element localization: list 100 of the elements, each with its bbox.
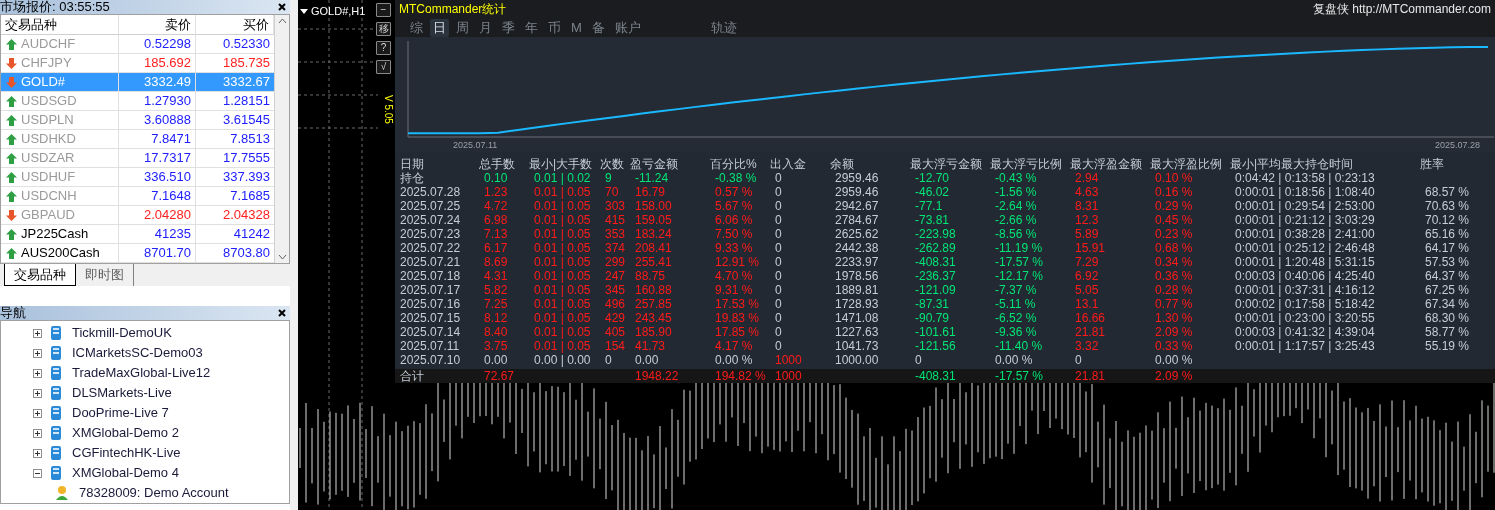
expand-icon[interactable] (33, 428, 42, 438)
chart-tool-button[interactable]: ? (376, 41, 391, 55)
navigator-item[interactable]: Tickmill-DemoUK (72, 323, 172, 343)
navigator-item[interactable]: XMGlobal-Demo 2 (72, 423, 179, 443)
navigator-item[interactable]: 78328009: Demo Account (79, 483, 229, 503)
expand-icon[interactable] (33, 408, 42, 418)
quote-row[interactable]: GBPAUD 2.04280 2.04328 (1, 206, 274, 225)
panel-tab[interactable]: 交易品种 (4, 264, 76, 286)
scrollbar[interactable] (274, 15, 289, 263)
chart-title: GOLD#,H1 (311, 4, 366, 19)
expand-icon[interactable] (33, 328, 42, 338)
stats-tab[interactable]: M (568, 18, 585, 37)
scroll-down-icon[interactable] (277, 254, 287, 260)
expand-icon[interactable] (33, 388, 42, 398)
navigator-item[interactable]: CGFintechHK-Live (72, 443, 181, 463)
table-cell-text: 2025.07.25 (400, 199, 462, 213)
collapse-icon[interactable] (33, 468, 42, 478)
table-cell-text: 0:00:03 | 0:41:32 | 4:39:04 (1235, 325, 1376, 339)
expand-icon[interactable] (33, 368, 42, 378)
table-cell-text: 0 (915, 353, 923, 367)
table-cell-text: 16.66 (1075, 311, 1107, 325)
symbol-name: AUS200Cash (21, 244, 100, 262)
table-cell-text: 0:00:01 | 1:20:48 | 5:31:15 (1235, 255, 1376, 269)
panel-tab[interactable]: 即时图 (76, 264, 134, 286)
table-cell-text: 4.17 % (715, 339, 754, 353)
quote-row[interactable]: CHFJPY 185.692 185.735 (1, 54, 274, 73)
table-cell-text: 0 (775, 339, 783, 353)
stats-tab[interactable]: 周 (453, 18, 472, 37)
quote-row[interactable]: JP225Cash 41235 41242 (1, 225, 274, 244)
table-cell-text: 345 (605, 283, 627, 297)
quote-row[interactable]: USDHKD 7.8471 7.8513 (1, 130, 274, 149)
navigator-item[interactable]: DLSMarkets-Live (72, 383, 172, 403)
stats-tab[interactable]: 综 (407, 18, 426, 37)
scroll-up-icon[interactable] (277, 18, 287, 24)
table-cell-text: 1000 (775, 353, 803, 367)
table-cell-text: 持仓 (400, 171, 425, 185)
close-icon[interactable] (278, 3, 286, 11)
stats-tab[interactable]: 轨迹 (707, 18, 740, 37)
table-cell-text: -17.57 % (995, 255, 1045, 269)
table-cell-text: -6.52 % (995, 311, 1038, 325)
table-cell-text: 154 (605, 339, 627, 353)
quote-row[interactable]: USDZAR 17.7317 17.7555 (1, 149, 274, 168)
table-cell-text: 0.00 (635, 353, 660, 367)
dropdown-caret-icon[interactable] (300, 8, 308, 14)
table-cell-text: 7.13 (484, 227, 509, 241)
quote-row[interactable]: USDSGD 1.27930 1.28151 (1, 92, 274, 111)
table-cell-text: 0.01 | 0.05 (534, 311, 592, 325)
ask-price: 8703.80 (222, 244, 271, 262)
table-cell-text: 5.89 (1075, 227, 1100, 241)
table-cell-text: 0 (775, 213, 783, 227)
navigator-item[interactable]: XMGlobal-Demo 4 (72, 463, 179, 483)
table-cell-text: 0.01 | 0.02 (534, 171, 592, 185)
bid-price: 185.692 (119, 54, 196, 72)
ask-price: 185.735 (222, 54, 271, 72)
server-icon (50, 345, 62, 361)
table-cell-text: 0.00 % (715, 353, 754, 367)
chart-tool-button[interactable]: √ (376, 60, 391, 74)
table-cell-text: 2025.07.16 (400, 297, 462, 311)
table-cell-text: 55.19 % (1425, 339, 1471, 353)
table-cell-text: -90.79 (915, 311, 951, 325)
stats-tab[interactable]: 币 (545, 18, 564, 37)
navigator-item[interactable]: DooPrime-Live 7 (72, 403, 169, 423)
quote-row[interactable]: AUDCHF 0.52298 0.52330 (1, 35, 274, 54)
table-cell-text: 2.94 (1075, 171, 1100, 185)
table-cell-text: 257.85 (635, 297, 673, 311)
user-icon (55, 485, 69, 501)
quote-row[interactable]: AUS200Cash 8701.70 8703.80 (1, 244, 274, 263)
table-cell-text: 8.69 (484, 255, 509, 269)
chart-tool-button[interactable]: 移 (376, 22, 391, 36)
table-cell-text: 0 (1075, 353, 1083, 367)
expand-icon[interactable] (33, 448, 42, 458)
stats-tab[interactable]: 季 (499, 18, 518, 37)
stats-tab[interactable]: 备 (588, 18, 608, 37)
stats-tab[interactable]: 账户 (611, 18, 644, 37)
table-cell-text: 6.98 (484, 213, 509, 227)
stats-tab[interactable]: 年 (522, 18, 541, 37)
navigator-item[interactable]: ICMarketsSC-Demo03 (72, 343, 203, 363)
quote-row[interactable]: USDPLN 3.60888 3.61545 (1, 111, 274, 130)
quote-row[interactable]: USDHUF 336.510 337.393 (1, 168, 274, 187)
chart-tool-button[interactable]: − (376, 3, 391, 17)
table-cell-text: 2625.62 (835, 227, 880, 241)
table-cell-text: 1978.56 (835, 269, 880, 283)
table-cell-text: 4.70 % (715, 269, 754, 283)
table-cell-text: 374 (605, 241, 627, 255)
quote-row[interactable]: USDCNH 7.1648 7.1685 (1, 187, 274, 206)
column-header: 胜率 (1420, 157, 1445, 171)
table-cell-text: 5.67 % (715, 199, 754, 213)
table-cell-text: -0.38 % (715, 171, 758, 185)
brand-link[interactable]: 复盘侠 http://MTCommander.com (1312, 0, 1491, 19)
navigator-item[interactable]: TradeMaxGlobal-Live12 (72, 363, 211, 383)
table-cell-text: 9.31 % (715, 283, 754, 297)
close-icon[interactable] (278, 309, 286, 317)
stats-tab[interactable]: 月 (476, 18, 495, 37)
expand-icon[interactable] (33, 348, 42, 358)
table-cell-text: -17.57 % (995, 369, 1045, 383)
bid-price: 7.1648 (119, 187, 196, 205)
table-cell-text: -5.11 % (995, 297, 1037, 311)
table-cell-text: 7.50 % (715, 227, 754, 241)
bid-price: 7.8471 (119, 130, 196, 148)
table-cell-text: 12.3 (1075, 213, 1100, 227)
